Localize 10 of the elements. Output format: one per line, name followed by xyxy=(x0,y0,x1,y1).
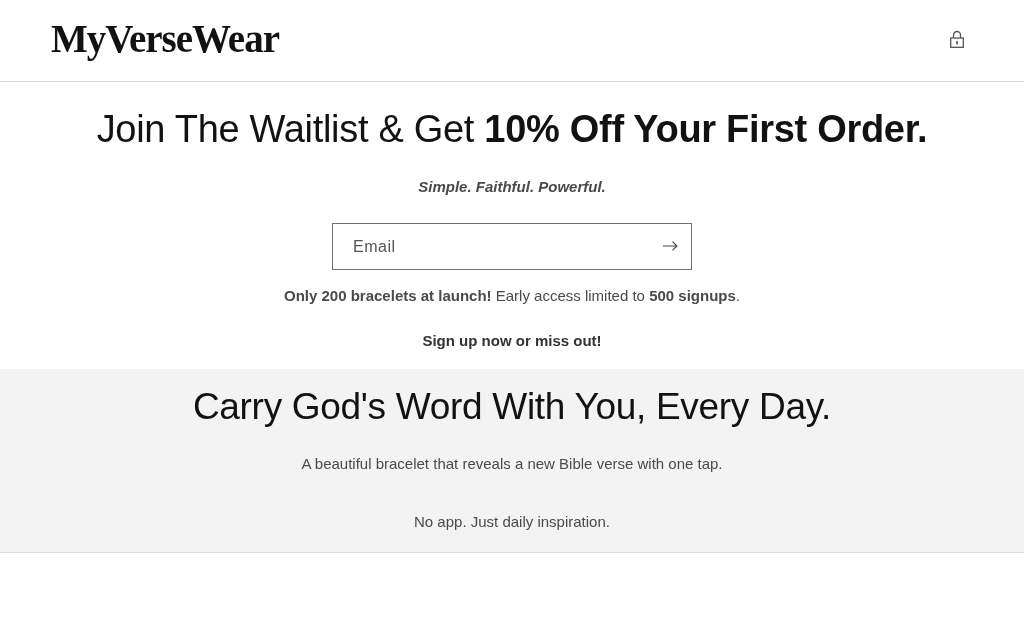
arrow-right-icon[interactable] xyxy=(663,241,678,251)
tagline: Simple. Faithful. Powerful. xyxy=(418,177,606,197)
launch-notice: Only 200 bracelets at launch! Early access limited to 500 signups. xyxy=(284,286,740,306)
email-field[interactable]: Email xyxy=(332,223,692,270)
feature-heading: Carry God's Word With You, Every Day. xyxy=(192,385,832,429)
feature-text: No app. Just daily inspiration. xyxy=(414,512,610,532)
call-to-action: Sign up now or miss out! xyxy=(422,331,602,351)
waitlist-heading: Join The Waitlist & Get 10% Off Your First Order. xyxy=(96,107,928,151)
lock-icon[interactable] xyxy=(950,29,964,48)
feature-text: A beautiful bracelet that reveals a new Bible verse with one tap. xyxy=(301,454,723,474)
